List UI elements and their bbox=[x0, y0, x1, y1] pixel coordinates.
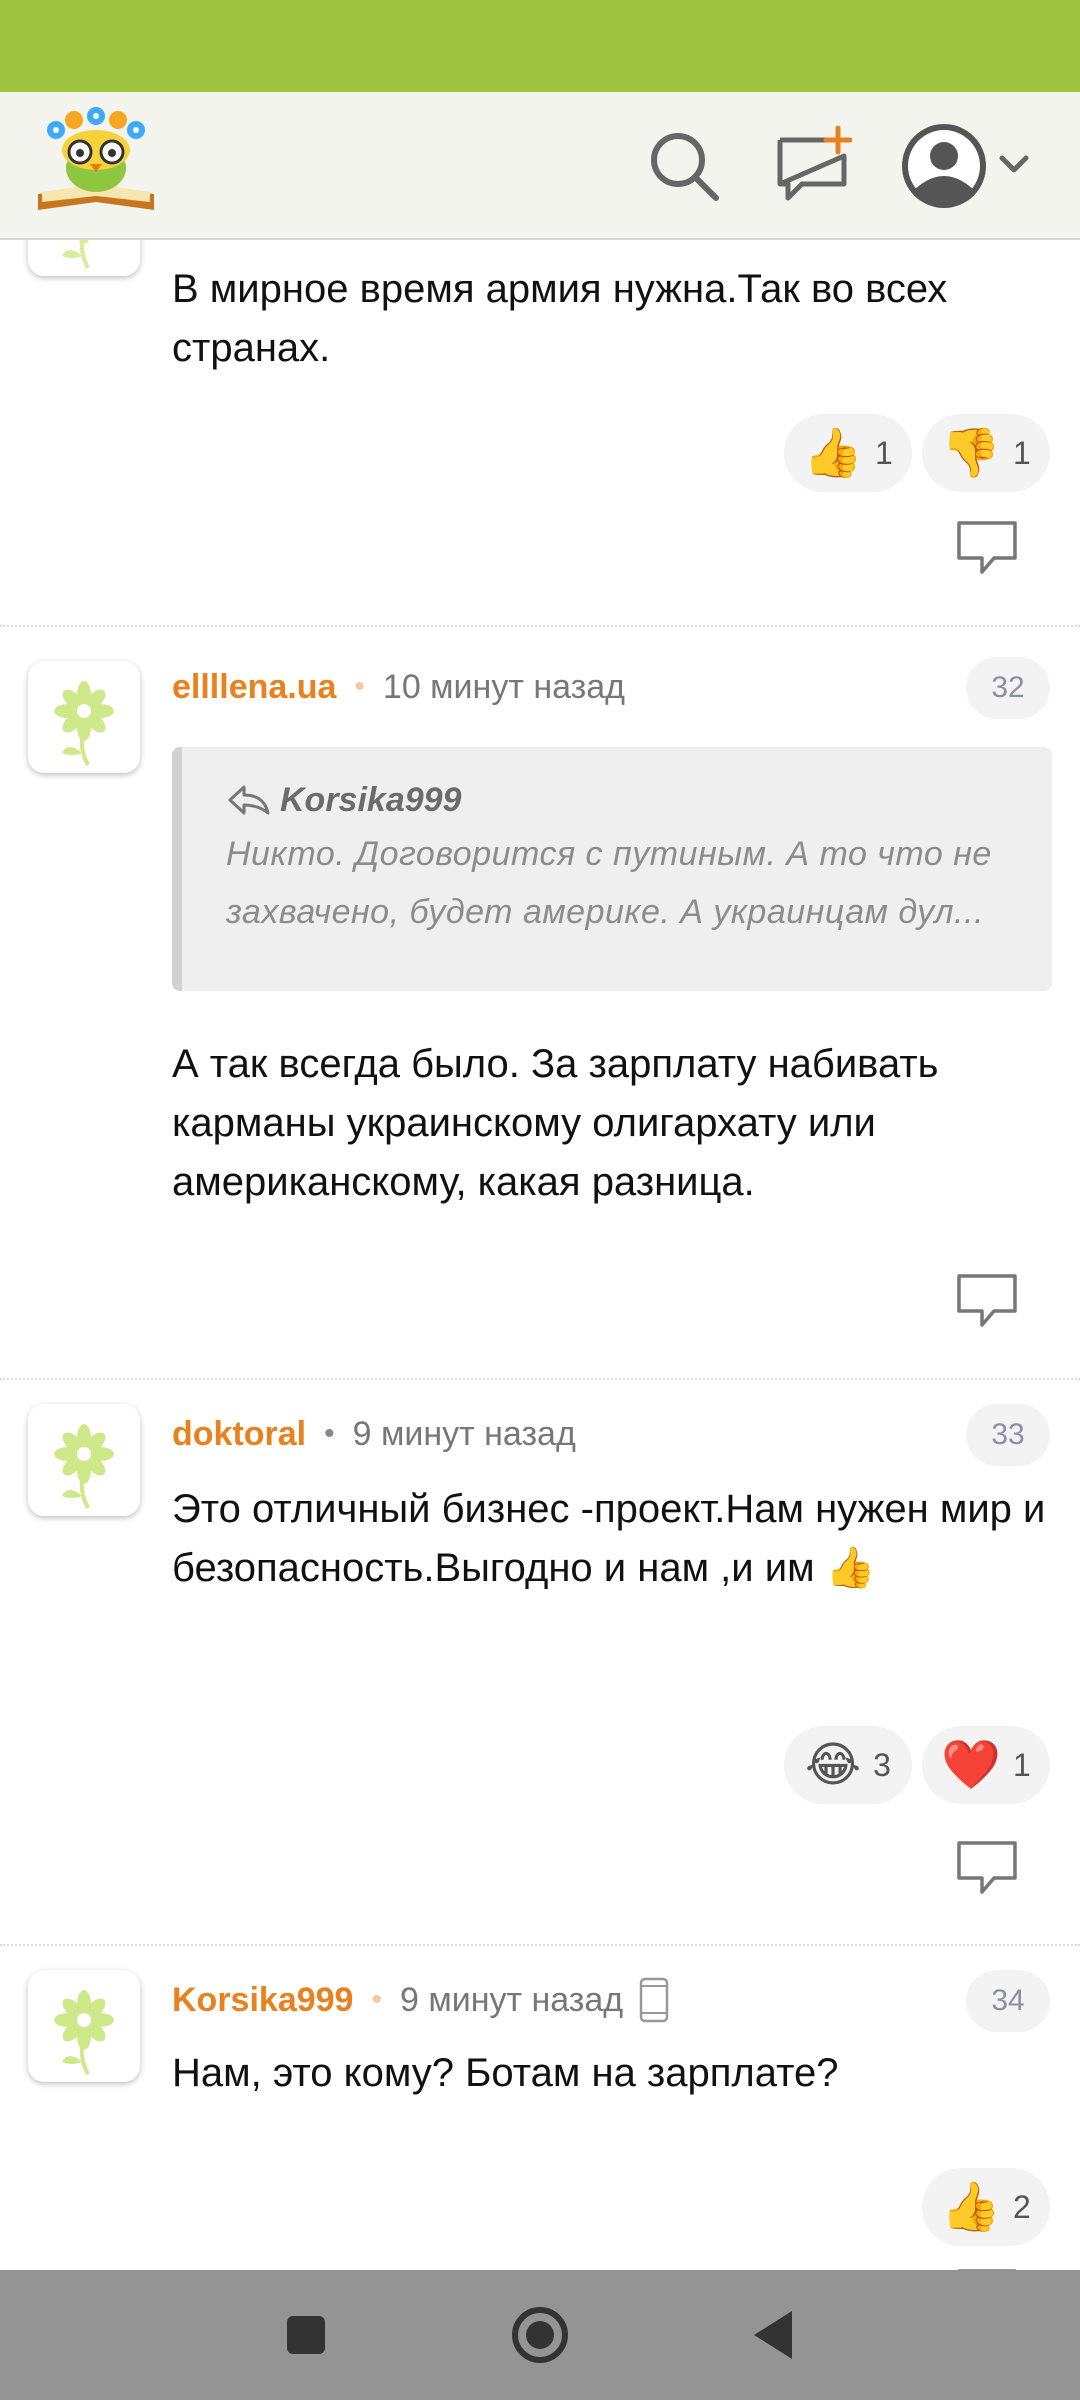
recents-button[interactable] bbox=[276, 2305, 336, 2365]
comments-feed[interactable]: В мирное время армия нужна.Так во всех с… bbox=[0, 240, 1080, 2270]
comment-number-badge[interactable]: 34 bbox=[966, 1970, 1050, 2032]
comment-time: 10 минут назад bbox=[382, 667, 625, 706]
comment-meta: doktoral • 9 минут назад bbox=[172, 1404, 576, 1464]
comment-number-badge[interactable]: 33 bbox=[966, 1404, 1050, 1466]
flower-avatar-icon bbox=[54, 1424, 114, 1509]
comment-time: 9 минут назад bbox=[399, 1980, 624, 2019]
heart-icon: ❤️ bbox=[941, 1737, 1001, 1793]
comment-meta: ellllena.ua • 10 минут назад bbox=[172, 657, 625, 717]
flower-avatar-icon bbox=[54, 1990, 114, 2075]
reaction-count: 3 bbox=[873, 1746, 891, 1783]
avatar[interactable] bbox=[28, 661, 140, 773]
comment-time: 9 минут назад bbox=[352, 1414, 576, 1453]
account-icon bbox=[902, 124, 986, 208]
reaction-laugh[interactable]: 😂 3 bbox=[784, 1726, 912, 1804]
flower-avatar-icon bbox=[62, 240, 90, 269]
reply-icon[interactable] bbox=[956, 1840, 1018, 1896]
home-button[interactable] bbox=[510, 2305, 570, 2365]
account-menu-button[interactable] bbox=[898, 118, 1040, 214]
new-post-icon[interactable] bbox=[772, 125, 853, 206]
separator-dot: • bbox=[371, 1983, 382, 2016]
thumbs-up-icon: 👍 bbox=[803, 425, 863, 481]
reactions: 👍 2 bbox=[922, 2168, 1050, 2246]
comment-text: Нам, это кому? Ботам на зарплате? bbox=[172, 2051, 839, 2095]
comment-item: Korsika999 • 9 минут назад 34 Нам, это к… bbox=[0, 1946, 1080, 2270]
reactions: 👍 1 👎 1 bbox=[784, 414, 1050, 492]
site-logo[interactable] bbox=[34, 106, 158, 216]
quote-author-row: Korsika999 bbox=[226, 775, 1024, 825]
square-icon bbox=[287, 2316, 325, 2354]
author-name[interactable]: ellllena.ua bbox=[172, 668, 336, 707]
reply-icon[interactable] bbox=[956, 1273, 1018, 1329]
circle-icon bbox=[512, 2307, 568, 2363]
reply-icon[interactable] bbox=[956, 520, 1018, 576]
separator-dot: • bbox=[324, 1417, 335, 1450]
comment-text: А так всегда было. За зарплату набивать … bbox=[172, 1042, 939, 1204]
flower-avatar-icon bbox=[54, 681, 114, 766]
comment-item: В мирное время армия нужна.Так во всех с… bbox=[0, 240, 1080, 627]
comment-number-badge[interactable]: 32 bbox=[966, 657, 1050, 719]
chevron-down-icon bbox=[999, 155, 1029, 173]
reaction-dislike[interactable]: 👎 1 bbox=[922, 414, 1050, 492]
system-navigation-bar bbox=[0, 2270, 1080, 2400]
author-name[interactable]: Korsika999 bbox=[172, 1981, 353, 2020]
comment-text: В мирное время армия нужна.Так во всех с… bbox=[172, 267, 948, 370]
reaction-heart[interactable]: ❤️ 1 bbox=[922, 1726, 1050, 1804]
app-header bbox=[0, 92, 1080, 240]
search-icon[interactable] bbox=[644, 126, 724, 206]
triangle-back-icon bbox=[754, 2311, 792, 2359]
comment-text: Это отличный бизнес -проект.Нам нужен ми… bbox=[172, 1487, 1046, 1590]
status-bar bbox=[0, 0, 1080, 92]
reaction-count: 2 bbox=[1012, 2188, 1031, 2225]
reaction-count: 1 bbox=[1012, 434, 1031, 471]
thumbs-up-icon: 👍 bbox=[941, 2179, 1001, 2235]
quote-text: Никто. Договорится с путиным. А то что н… bbox=[226, 835, 992, 931]
comment-item: doktoral • 9 минут назад 33 Это отличный… bbox=[0, 1380, 1080, 1946]
quote-author: Korsika999 bbox=[280, 780, 462, 819]
author-name[interactable]: doktoral bbox=[172, 1415, 306, 1454]
reaction-like[interactable]: 👍 1 bbox=[784, 414, 912, 492]
reaction-like[interactable]: 👍 2 bbox=[922, 2168, 1050, 2246]
avatar[interactable] bbox=[28, 240, 140, 276]
reaction-count: 1 bbox=[1012, 1746, 1031, 1783]
comment-meta: Korsika999 • 9 минут назад bbox=[172, 1970, 669, 2030]
avatar[interactable] bbox=[28, 1970, 140, 2082]
separator-dot: • bbox=[354, 670, 365, 703]
thumbs-down-icon: 👎 bbox=[941, 425, 1001, 481]
reactions: 😂 3 ❤️ 1 bbox=[784, 1726, 1050, 1804]
laughing-face-icon: 😂 bbox=[805, 1737, 862, 1793]
reply-arrow-icon bbox=[228, 785, 270, 815]
quoted-comment[interactable]: Korsika999 Никто. Договорится с путиным.… bbox=[172, 747, 1052, 991]
avatar[interactable] bbox=[28, 1404, 140, 1516]
mobile-phone-icon bbox=[639, 1977, 669, 2023]
reaction-count: 1 bbox=[874, 434, 893, 471]
comment-item: ellllena.ua • 10 минут назад 32 Korsika9… bbox=[0, 627, 1080, 1380]
back-button[interactable] bbox=[744, 2305, 804, 2365]
